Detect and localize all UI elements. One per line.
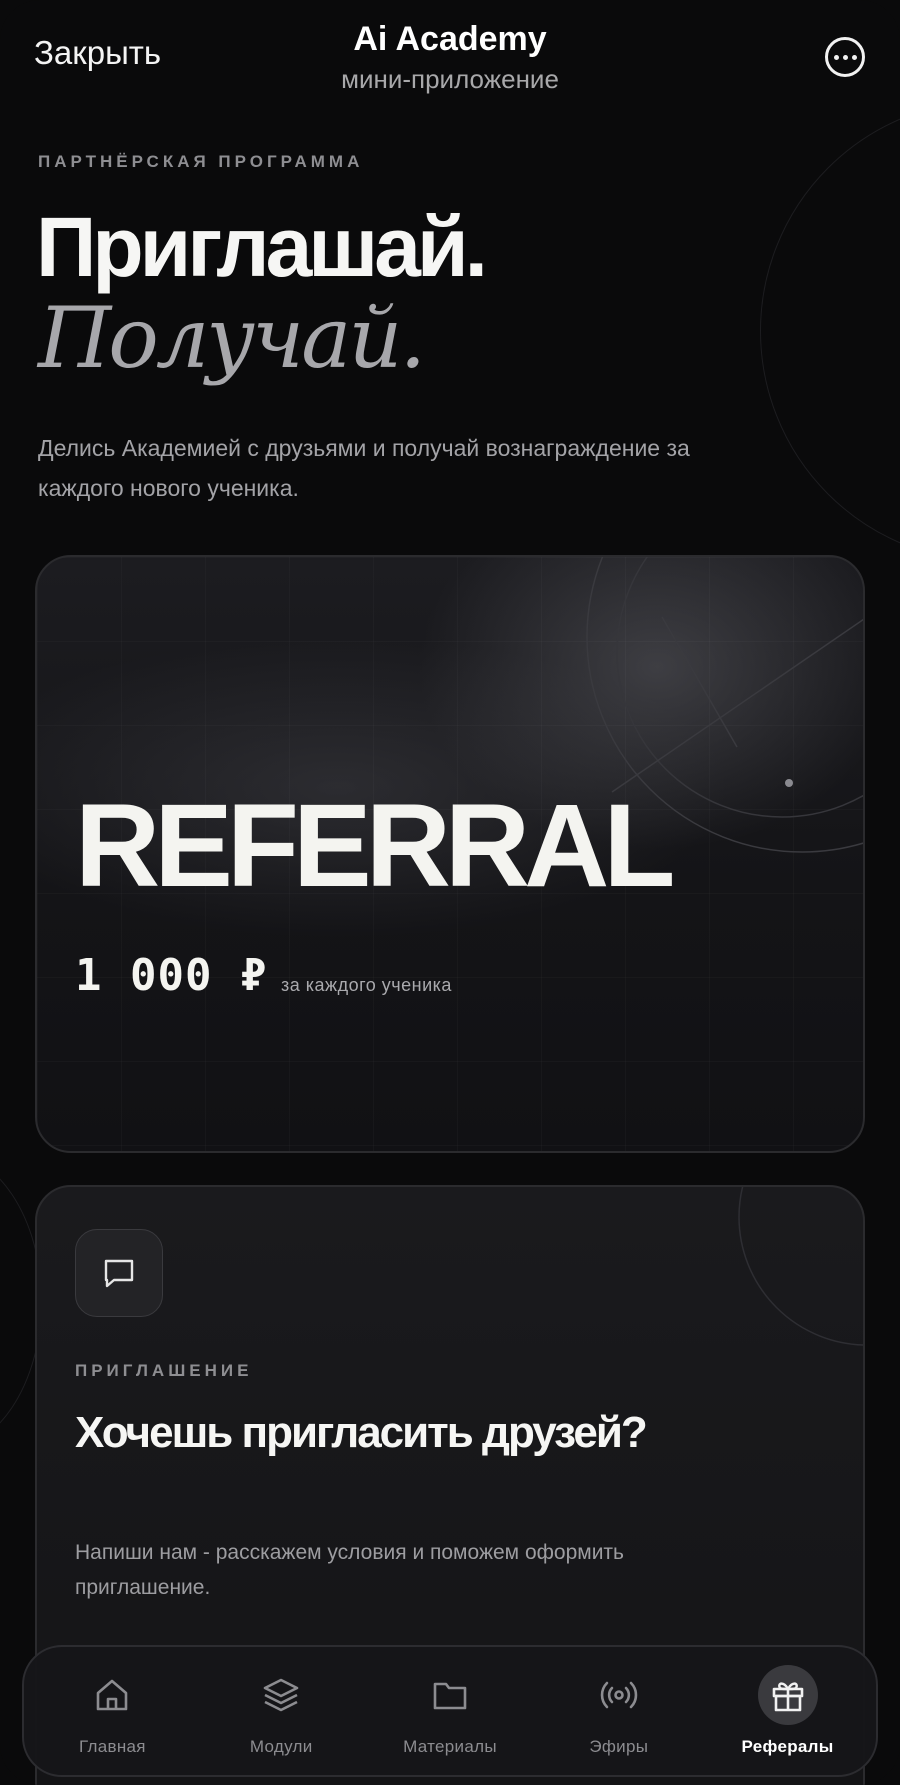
- invite-eyebrow: ПРИГЛАШЕНИЕ: [75, 1361, 253, 1380]
- tab-label: Материалы: [403, 1737, 497, 1756]
- tab-modules[interactable]: Модули: [201, 1665, 361, 1757]
- tab-home[interactable]: Главная: [32, 1665, 192, 1757]
- tab-label: Эфиры: [589, 1737, 649, 1756]
- gift-icon: [757, 1665, 818, 1725]
- hero-headline-italic: Получай.: [38, 289, 426, 387]
- broadcast-icon: [589, 1665, 649, 1725]
- app-screen: Закрыть Ai Academy мини-приложение ПАРТН…: [0, 0, 900, 1785]
- app-title: Ai Academy: [353, 20, 547, 58]
- layers-icon: [251, 1665, 311, 1725]
- hero-headline: Приглашай.: [36, 200, 488, 294]
- tab-streams[interactable]: Эфиры: [539, 1665, 699, 1757]
- tab-label: Модули: [249, 1737, 313, 1756]
- more-dots-icon[interactable]: [825, 37, 865, 77]
- invite-title: Хочешь пригласить друзей?: [75, 1408, 648, 1457]
- tab-label: Главная: [78, 1737, 146, 1756]
- invite-description: Напиши нам - расскажем условия и поможем…: [75, 1541, 624, 1599]
- section-eyebrow: ПАРТНЁРСКАЯ ПРОГРАММА: [38, 152, 364, 171]
- background-ring-decoration: [760, 100, 900, 562]
- app-subtitle: мини-приложение: [341, 64, 559, 94]
- home-icon: [82, 1665, 142, 1725]
- bottom-tab-bar: Главная Модули Материалы Эфиры Рефералы: [22, 1645, 878, 1777]
- reward-amount: 1 000 ₽: [75, 950, 268, 1001]
- tab-materials[interactable]: Материалы: [370, 1665, 530, 1757]
- referral-word: REFERRAL: [75, 780, 675, 912]
- chat-bubble-icon: [75, 1229, 163, 1317]
- tab-referrals[interactable]: Рефералы: [708, 1665, 868, 1757]
- referral-card: REFERRAL 1 000 ₽ за каждого ученика: [35, 555, 865, 1153]
- reward-amount-note: за каждого ученика: [281, 975, 452, 995]
- folder-icon: [420, 1665, 480, 1725]
- tab-label: Рефералы: [741, 1737, 834, 1756]
- hero-description: Делись Академией с друзьями и получай во…: [38, 435, 690, 501]
- header: Закрыть Ai Academy мини-приложение: [0, 0, 900, 110]
